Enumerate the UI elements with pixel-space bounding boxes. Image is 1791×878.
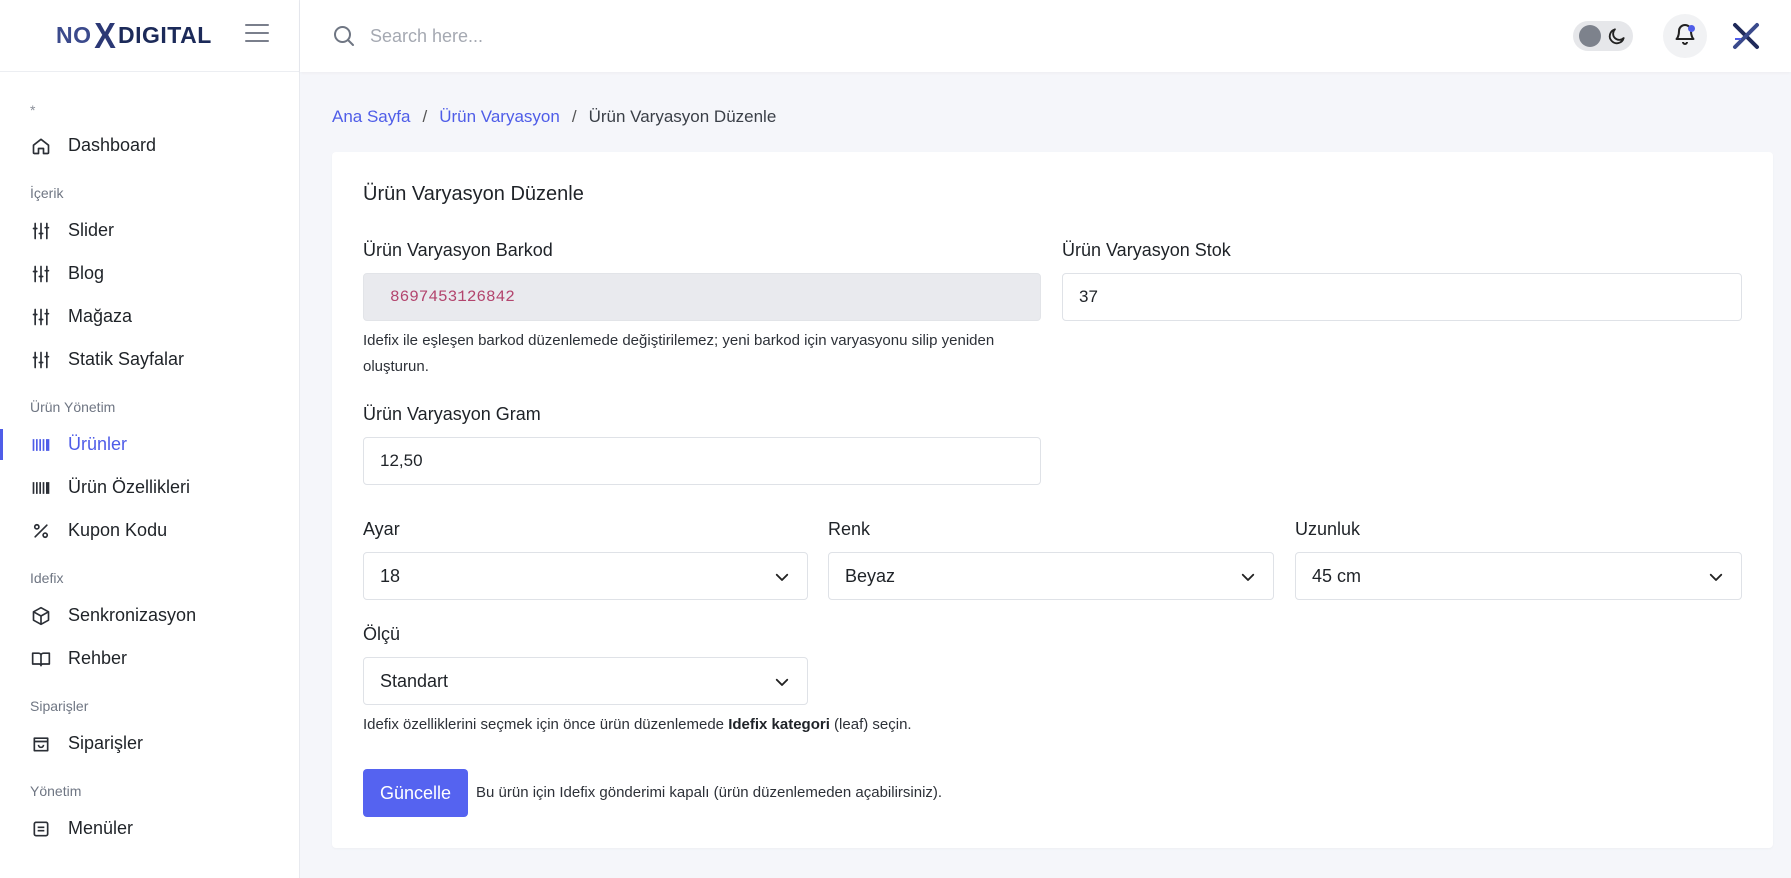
hamburger-menu-icon[interactable]	[245, 24, 269, 44]
nav-section-icerik: İçerik	[30, 185, 64, 201]
olcu-label: Ölçü	[363, 624, 401, 644]
bag-icon	[30, 733, 52, 755]
gram-field[interactable]	[363, 437, 1041, 485]
sidebar-item-label: Statik Sayfalar	[68, 349, 185, 369]
sidebar-item-urun-ozellikleri[interactable]: Ürün Özellikleri	[0, 466, 299, 509]
sidebar-item-slider[interactable]: Slider	[0, 209, 299, 252]
sliders-icon	[30, 220, 52, 242]
uzunluk-selected-value: 45 cm	[1312, 565, 1362, 586]
home-icon	[30, 135, 52, 157]
stok-label: Ürün Varyasyon Stok	[1062, 240, 1231, 260]
breadcrumb-parent-link[interactable]: Ürün Varyasyon	[439, 107, 560, 127]
chevron-down-icon	[1239, 568, 1257, 586]
barkod-help-text: Idefix ile eşleşen barkod düzenlemede de…	[363, 332, 995, 375]
sliders-icon	[30, 349, 52, 371]
idefix-help-bold: Idefix kategori	[728, 716, 830, 733]
sidebar-item-statik-sayfalar[interactable]: Statik Sayfalar	[0, 338, 299, 381]
sidebar-item-label: Slider	[68, 220, 115, 240]
sidebar-item-blog[interactable]: Blog	[0, 252, 299, 295]
box-icon	[30, 605, 52, 627]
sliders-icon	[30, 263, 52, 285]
breadcrumb-home-link[interactable]: Ana Sayfa	[332, 107, 410, 127]
barkod-label: Ürün Varyasyon Barkod	[363, 240, 553, 260]
search-input[interactable]	[370, 25, 970, 47]
percent-icon	[30, 520, 52, 542]
idefix-help-pre: Idefix özelliklerini seçmek için önce ür…	[363, 716, 729, 733]
barcode-icon	[30, 477, 52, 499]
ayar-select[interactable]: 18	[363, 552, 808, 600]
logo-text-digital: DIGITAL	[118, 22, 212, 48]
sidebar-item-label: Siparişler	[68, 733, 144, 753]
sidebar-item-senkronizasyon[interactable]: Senkronizasyon	[0, 594, 299, 637]
breadcrumb-current: Ürün Varyasyon Düzenle	[588, 107, 777, 126]
idefix-help-text: Idefix özelliklerini seçmek için önce ür…	[363, 712, 912, 738]
menu-icon	[30, 818, 52, 840]
ayar-label: Ayar	[363, 519, 400, 539]
idefix-help-post: (leaf) seçin.	[829, 716, 912, 733]
toggle-knob	[1579, 25, 1601, 47]
sidebar-item-label: Rehber	[68, 648, 128, 668]
sidebar-item-urunler[interactable]: Ürünler	[0, 423, 299, 466]
gram-label: Ürün Varyasyon Gram	[363, 404, 541, 424]
sidebar: NO X DIGITAL * Dashboard İçerik Slider Blo…	[0, 0, 300, 878]
moon-icon	[1607, 26, 1627, 46]
sidebar-item-label: Mağaza	[68, 306, 133, 326]
chevron-down-icon	[773, 673, 791, 691]
sidebar-item-menuler[interactable]: Menüler	[0, 807, 299, 850]
olcu-selected-value: Standart	[380, 670, 449, 691]
barkod-field	[363, 273, 1041, 321]
sidebar-item-kupon-kodu[interactable]: Kupon Kodu	[0, 509, 299, 552]
sidebar-item-label: Dashboard	[68, 135, 157, 155]
topbar-actions	[1573, 0, 1763, 72]
sidebar-item-label: Ürünler	[68, 434, 128, 454]
topbar	[300, 0, 1791, 72]
nav-section-urun-yonetim: Ürün Yönetim	[30, 399, 116, 415]
sidebar-item-label: Menüler	[68, 818, 134, 838]
form-title: Ürün Varyasyon Düzenle	[363, 183, 584, 205]
sidebar-item-rehber[interactable]: Rehber	[0, 637, 299, 680]
uzunluk-select[interactable]: 45 cm	[1295, 552, 1742, 600]
breadcrumb: Ana Sayfa / Ürün Varyasyon / Ürün Varyas…	[332, 107, 1791, 127]
book-icon	[30, 648, 52, 670]
brand-bar: NO X DIGITAL	[0, 0, 299, 72]
guncelle-button[interactable]: Güncelle	[363, 769, 469, 817]
breadcrumb-separator: /	[422, 107, 428, 126]
sidebar-nav: * Dashboard İçerik Slider Blog Mağaza St…	[0, 72, 299, 850]
nav-star-marker: *	[30, 102, 36, 118]
nox-digital-logo[interactable]: NO X DIGITAL	[56, 14, 212, 56]
sidebar-item-dashboard[interactable]: Dashboard	[0, 124, 299, 167]
sidebar-item-label: Kupon Kodu	[68, 520, 168, 540]
renk-select[interactable]: Beyaz	[828, 552, 1274, 600]
nav-section-yonetim: Yönetim	[30, 783, 82, 799]
sidebar-item-label: Senkronizasyon	[68, 605, 197, 625]
ayar-selected-value: 18	[380, 565, 401, 586]
chevron-down-icon	[1707, 568, 1725, 586]
renk-label: Renk	[828, 519, 871, 539]
nav-section-idefix: Idefix	[30, 570, 64, 586]
notification-dot	[1688, 25, 1695, 32]
sidebar-item-siparisler[interactable]: Siparişler	[0, 722, 299, 765]
barcode-icon	[30, 434, 52, 456]
logo-text-x: X	[93, 14, 116, 56]
sidebar-item-magaza[interactable]: Mağaza	[0, 295, 299, 338]
uzunluk-label: Uzunluk	[1295, 519, 1361, 539]
sidebar-item-label: Blog	[68, 263, 105, 283]
chevron-down-icon	[773, 568, 791, 586]
user-avatar-x-logo-icon[interactable]	[1729, 19, 1763, 53]
sidebar-item-label: Ürün Özellikleri	[68, 477, 191, 497]
theme-toggle[interactable]	[1573, 21, 1633, 51]
logo-text-no: NO	[56, 22, 92, 48]
search-icon[interactable]	[332, 24, 356, 48]
edit-form-card: Ürün Varyasyon Düzenle Ürün Varyasyon Ba…	[332, 152, 1773, 848]
notifications-button[interactable]	[1663, 14, 1707, 58]
submit-note: Bu ürün için Idefix gönderimi kapalı (ür…	[476, 784, 943, 801]
nav-section-siparisler: Siparişler	[30, 698, 89, 714]
olcu-select[interactable]: Standart	[363, 657, 808, 705]
stok-field[interactable]	[1062, 273, 1742, 321]
sliders-icon	[30, 306, 52, 328]
renk-selected-value: Beyaz	[845, 565, 896, 586]
breadcrumb-separator: /	[571, 107, 577, 126]
main-content: Ana Sayfa / Ürün Varyasyon / Ürün Varyas…	[300, 72, 1791, 878]
